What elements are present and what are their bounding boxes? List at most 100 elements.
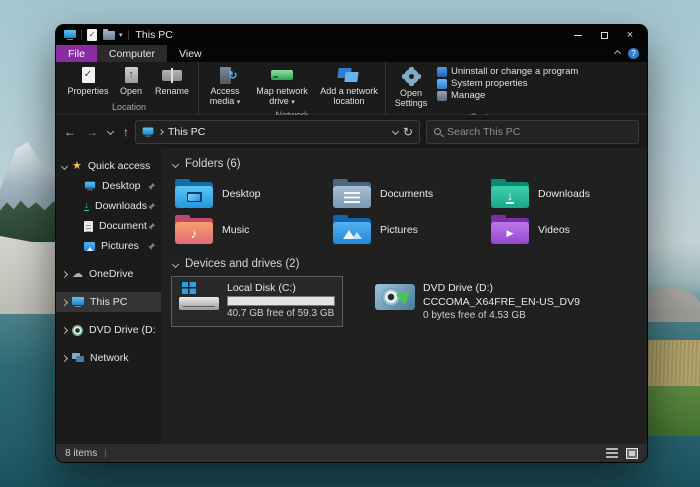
file-explorer-window: ✓ ▾ This PC × File Computer View ? ✓ Pro… [56,25,647,462]
address-dropdown-icon[interactable] [392,128,399,135]
sidebar-item-label: DVD Drive (D:) CCCO [89,324,156,336]
drive-tile-dvd-d[interactable]: DVD Drive (D:) CCCOMA_X64FRE_EN-US_DV9 0… [367,276,588,327]
hard-drive-icon [179,282,219,312]
sidebar-item-onedrive[interactable]: ☁ OneDrive [56,264,161,284]
chevron-up-icon [614,50,621,57]
folder-tile-downloads[interactable]: ↓ Downloads [487,176,645,212]
chevron-down-icon[interactable] [172,260,179,267]
collapse-ribbon-button[interactable] [607,45,628,62]
manage-button[interactable]: Manage [437,90,578,101]
disk-usage-bar [227,296,335,306]
tab-file[interactable]: File [56,45,97,62]
tabrow-spacer [214,45,607,62]
address-bar[interactable]: This PC ↻ [135,120,420,144]
dropdown-icon: ▾ [237,99,241,106]
pin-icon [147,182,156,191]
folder-tile-desktop[interactable]: Desktop [171,176,329,212]
open-button[interactable]: ↑ Open [113,64,149,98]
close-button[interactable]: × [617,26,643,44]
map-network-drive-label: Map network drive [256,86,308,106]
onedrive-cloud-icon: ☁ [72,269,83,279]
breadcrumb-chevron-icon[interactable] [158,129,164,135]
dropdown-icon: ▾ [291,99,295,106]
navigation-bar: ← → ↑ This PC ↻ [56,115,647,148]
system-properties-button[interactable]: System properties [437,78,578,89]
help-button[interactable]: ? [628,48,639,59]
ribbon-group-system: Open Settings Uninstall or change a prog… [386,62,585,114]
folder-label: Pictures [380,224,418,236]
quick-access-toolbar-dropdown-icon[interactable]: ▾ [119,31,123,39]
uninstall-program-label: Uninstall or change a program [451,66,578,77]
open-settings-button[interactable]: Open Settings [389,64,433,111]
tab-view[interactable]: View [167,45,214,62]
sidebar-item-dvd-drive[interactable]: DVD Drive (D:) CCCO [56,320,161,340]
add-network-location-label: Add a network location [319,86,379,107]
recent-locations-dropdown-icon[interactable] [107,128,114,135]
sidebar-item-pictures[interactable]: Pictures [56,236,161,256]
search-input[interactable] [447,126,631,138]
rename-button[interactable]: Rename [149,64,195,98]
folder-tile-documents[interactable]: Documents [329,176,487,212]
minimize-button[interactable] [565,26,591,44]
breadcrumb[interactable]: This PC [168,126,205,138]
large-icons-view-button[interactable] [626,448,638,459]
details-view-button[interactable] [606,448,618,458]
folder-tile-pictures[interactable]: Pictures [329,212,487,248]
sidebar-item-label: Desktop [102,180,147,192]
back-button[interactable]: ← [64,125,76,139]
chevron-down-icon[interactable] [172,160,179,167]
manage-icon [437,91,447,101]
downloads-folder-icon: ↓ [491,180,529,208]
maximize-button[interactable] [591,26,617,44]
new-folder-quick-icon[interactable] [103,31,115,40]
uninstall-program-icon [437,67,447,77]
properties-icon: ✓ [82,67,95,83]
folders-section-header[interactable]: Folders (6) [173,158,639,170]
uninstall-program-button[interactable]: Uninstall or change a program [437,66,578,77]
ribbon-group-location: ✓ Properties ↑ Open Rename Location [60,62,199,114]
status-bar: 8 items [56,444,647,462]
drive-free-space: 0 bytes free of 4.53 GB [423,310,580,321]
this-pc-app-icon [64,30,76,40]
chevron-right-icon[interactable] [61,354,68,361]
properties-button[interactable]: ✓ Properties [63,64,113,98]
sidebar-item-desktop[interactable]: Desktop [56,176,161,196]
chevron-right-icon[interactable] [61,298,68,305]
star-icon: ★ [72,161,82,171]
sidebar-item-documents[interactable]: Documents [56,216,161,236]
folder-label: Music [222,224,249,236]
folders-grid: Desktop Documents ↓ Downloads ♪ Music Pi… [171,176,647,248]
sidebar-item-this-pc[interactable]: This PC [56,292,161,312]
add-network-location-button[interactable]: Add a network location [316,64,382,109]
chevron-right-icon[interactable] [61,270,68,277]
sidebar-item-label: This PC [90,296,156,308]
folder-label: Videos [538,224,570,236]
sidebar-item-network[interactable]: Network [56,348,161,368]
access-media-button[interactable]: Access media ▾ [202,64,248,109]
drive-tile-local-disk-c[interactable]: Local Disk (C:) 40.7 GB free of 59.3 GB [171,276,343,327]
refresh-button[interactable]: ↻ [403,125,413,139]
folder-tile-music[interactable]: ♪ Music [171,212,329,248]
pin-icon [147,222,156,231]
search-box[interactable] [426,120,639,144]
properties-quick-icon[interactable]: ✓ [87,29,97,41]
folder-tile-videos[interactable]: ▶ Videos [487,212,645,248]
access-media-label: Access media [210,86,240,106]
forward-button[interactable]: → [86,125,98,139]
open-icon: ↑ [125,67,138,83]
sidebar-item-quick-access[interactable]: ★ Quick access [56,156,161,176]
network-icon [72,353,84,363]
manage-label: Manage [451,90,485,101]
sidebar-item-label: Pictures [101,240,147,252]
tab-computer[interactable]: Computer [97,45,167,62]
chevron-down-icon[interactable] [61,162,68,169]
status-divider [105,449,106,458]
system-properties-label: System properties [451,78,528,89]
drives-section-header[interactable]: Devices and drives (2) [173,258,639,270]
sidebar-item-downloads[interactable]: ↓ Downloads [56,196,161,216]
titlebar[interactable]: ✓ ▾ This PC × [56,25,647,45]
map-network-drive-button[interactable]: Map network drive ▾ [248,64,316,109]
up-button[interactable]: ↑ [123,125,129,139]
chevron-right-icon[interactable] [61,326,68,333]
map-network-drive-icon [271,70,293,80]
